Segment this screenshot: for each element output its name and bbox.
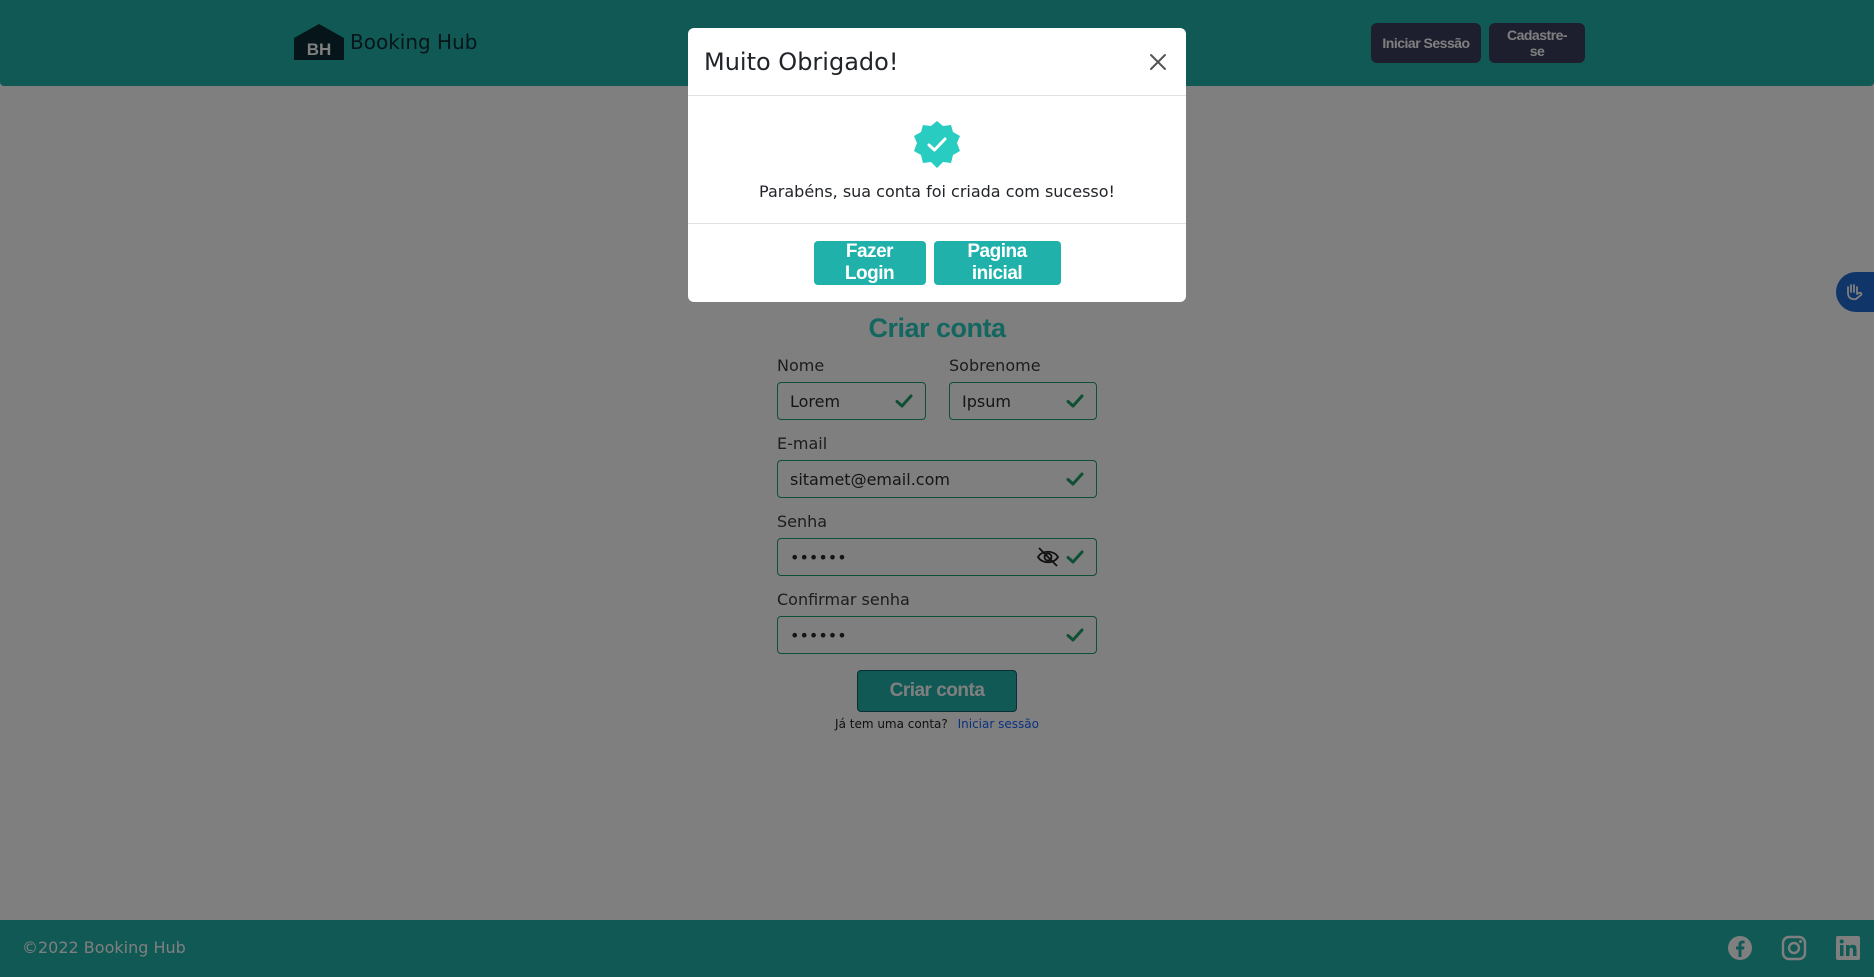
modal-header: Muito Obrigado! xyxy=(688,28,1186,96)
verified-badge-icon xyxy=(914,121,960,168)
modal-message: Parabéns, sua conta foi criada com suces… xyxy=(759,182,1115,201)
home-page-button[interactable]: Pagina inicial xyxy=(933,241,1061,285)
success-modal: Muito Obrigado! Parabéns, sua conta foi … xyxy=(688,28,1186,302)
close-icon[interactable] xyxy=(1146,50,1170,74)
modal-title: Muito Obrigado! xyxy=(704,47,899,76)
modal-body xyxy=(688,96,1186,224)
modal-footer: Fazer Login Pagina inicial xyxy=(688,241,1186,285)
do-login-button[interactable]: Fazer Login xyxy=(813,241,926,285)
